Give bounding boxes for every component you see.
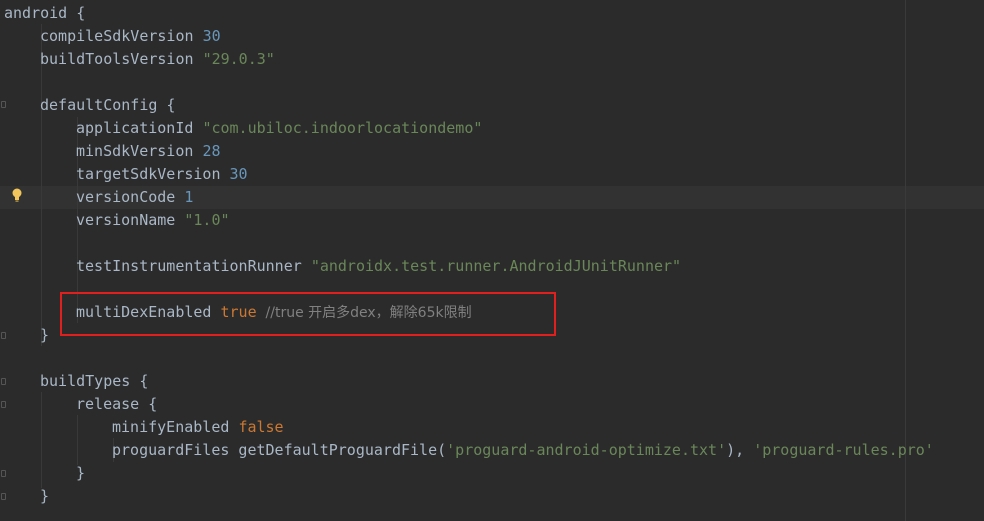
- code-token: compileSdkVersion: [40, 27, 203, 45]
- code-token: minifyEnabled: [112, 418, 239, 436]
- fold-marker-icon[interactable]: [1, 101, 6, 108]
- code-line[interactable]: targetSdkVersion 30: [76, 163, 248, 186]
- code-line[interactable]: versionCode 1: [76, 186, 193, 209]
- code-line[interactable]: android {: [4, 2, 85, 25]
- number-token: 30: [229, 165, 248, 183]
- code-line[interactable]: testInstrumentationRunner "androidx.test…: [76, 255, 681, 278]
- code-token: release {: [76, 395, 158, 413]
- indent-guide: [77, 415, 78, 465]
- code-line[interactable]: minifyEnabled false: [112, 416, 284, 439]
- indent-guide: [41, 392, 42, 488]
- lightbulb-icon[interactable]: [12, 188, 22, 202]
- string-token: 'proguard-rules.pro': [753, 441, 934, 459]
- number-token: 28: [202, 142, 221, 160]
- code-token: versionName: [76, 211, 185, 229]
- code-token: }: [76, 464, 86, 482]
- code-line[interactable]: applicationId "com.ubiloc.indoorlocation…: [76, 117, 482, 140]
- keyword-token: false: [238, 418, 284, 436]
- code-editor[interactable]: android { compileSdkVersion 30 buildTool…: [0, 0, 984, 521]
- code-line[interactable]: compileSdkVersion 30: [40, 25, 221, 48]
- fold-marker-icon[interactable]: [1, 401, 6, 408]
- code-line[interactable]: }: [40, 324, 49, 347]
- string-token: "1.0": [184, 211, 230, 229]
- code-token: minSdkVersion: [76, 142, 203, 160]
- fold-marker-icon[interactable]: [1, 493, 6, 500]
- fold-marker-icon[interactable]: [1, 470, 6, 477]
- string-token: "29.0.3": [202, 50, 275, 68]
- code-line[interactable]: }: [76, 462, 85, 485]
- code-line[interactable]: defaultConfig {: [40, 94, 175, 117]
- code-token: defaultConfig {: [40, 96, 176, 114]
- code-token: buildTypes {: [40, 372, 149, 390]
- number-token: 30: [202, 27, 221, 45]
- code-token: buildToolsVersion: [40, 50, 203, 68]
- editor-gutter: [0, 0, 4, 521]
- code-token: }: [40, 487, 50, 505]
- code-token: android {: [4, 4, 86, 22]
- code-token: testInstrumentationRunner: [76, 257, 311, 275]
- code-line[interactable]: minSdkVersion 28: [76, 140, 221, 163]
- code-token: targetSdkVersion: [76, 165, 230, 183]
- code-line[interactable]: buildToolsVersion "29.0.3": [40, 48, 275, 71]
- string-token: "com.ubiloc.indoorlocationdemo": [202, 119, 483, 137]
- code-token: }: [40, 326, 50, 344]
- fold-marker-icon[interactable]: [1, 332, 6, 339]
- code-token: ),: [726, 441, 754, 459]
- code-token: applicationId: [76, 119, 203, 137]
- code-line[interactable]: buildTypes {: [40, 370, 148, 393]
- string-token: "androidx.test.runner.AndroidJUnitRunner…: [310, 257, 682, 275]
- number-token: 1: [184, 188, 194, 206]
- annotation-highlight-box: [60, 292, 556, 336]
- code-line[interactable]: versionName "1.0": [76, 209, 230, 232]
- code-line[interactable]: proguardFiles getDefaultProguardFile('pr…: [112, 439, 934, 462]
- fold-marker-icon[interactable]: [1, 378, 6, 385]
- indent-guide: [41, 24, 42, 346]
- code-token: proguardFiles getDefaultProguardFile(: [112, 441, 447, 459]
- code-line[interactable]: }: [40, 485, 49, 508]
- code-line[interactable]: release {: [76, 393, 157, 416]
- code-token: versionCode: [76, 188, 185, 206]
- string-token: 'proguard-android-optimize.txt': [446, 441, 727, 459]
